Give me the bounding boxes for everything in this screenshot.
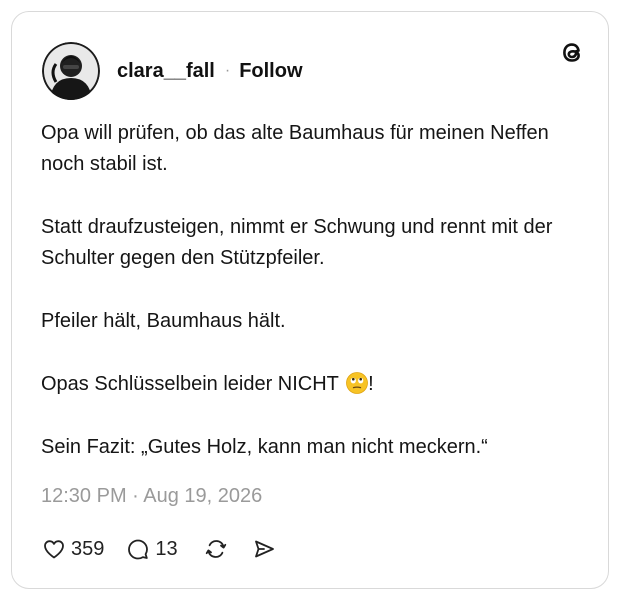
face-with-rolling-eyes-icon bbox=[346, 372, 369, 394]
threads-logo-icon[interactable] bbox=[558, 38, 586, 66]
reply-count: 13 bbox=[155, 537, 178, 560]
post-paragraph-4-text: Opas Schlüsselbein leider NICHT bbox=[41, 373, 339, 395]
post-header: clara__fall · Follow bbox=[117, 58, 303, 84]
share-button[interactable] bbox=[252, 537, 276, 561]
speech-bubble-icon bbox=[128, 539, 149, 560]
avatar-image bbox=[42, 42, 100, 100]
action-bar: 359 13 bbox=[42, 534, 276, 564]
post-paragraph-4: Opas Schlüsselbein leider NICHT ! bbox=[41, 369, 581, 400]
like-button[interactable]: 359 bbox=[42, 537, 104, 561]
separator-dot: · bbox=[224, 62, 231, 79]
threads-post-card: clara__fall · Follow Opa will prüfen, ob… bbox=[11, 11, 609, 589]
post-paragraph-5: Sein Fazit: „Gutes Holz, kann man nicht … bbox=[41, 436, 488, 458]
follow-button[interactable]: Follow bbox=[239, 60, 302, 83]
send-icon bbox=[254, 540, 274, 558]
username-link[interactable]: clara__fall bbox=[117, 60, 215, 83]
avatar[interactable] bbox=[42, 42, 100, 100]
reply-button[interactable]: 13 bbox=[126, 537, 178, 561]
post-timestamp[interactable]: 12:30 PM · Aug 19, 2026 bbox=[41, 485, 262, 508]
post-paragraph-1: Opa will prüfen, ob das alte Baumhaus fü… bbox=[41, 122, 549, 175]
heart-icon bbox=[44, 540, 64, 559]
like-count: 359 bbox=[71, 537, 105, 560]
post-paragraph-3: Pfeiler hält, Baumhaus hält. bbox=[41, 310, 286, 332]
repost-icon bbox=[205, 540, 226, 558]
post-paragraph-2: Statt draufzusteigen, nimmt er Schwung u… bbox=[41, 216, 553, 269]
post-body: Opa will prüfen, ob das alte Baumhaus fü… bbox=[41, 118, 581, 463]
post-paragraph-4-suffix: ! bbox=[368, 373, 374, 395]
repost-button[interactable] bbox=[204, 537, 228, 561]
